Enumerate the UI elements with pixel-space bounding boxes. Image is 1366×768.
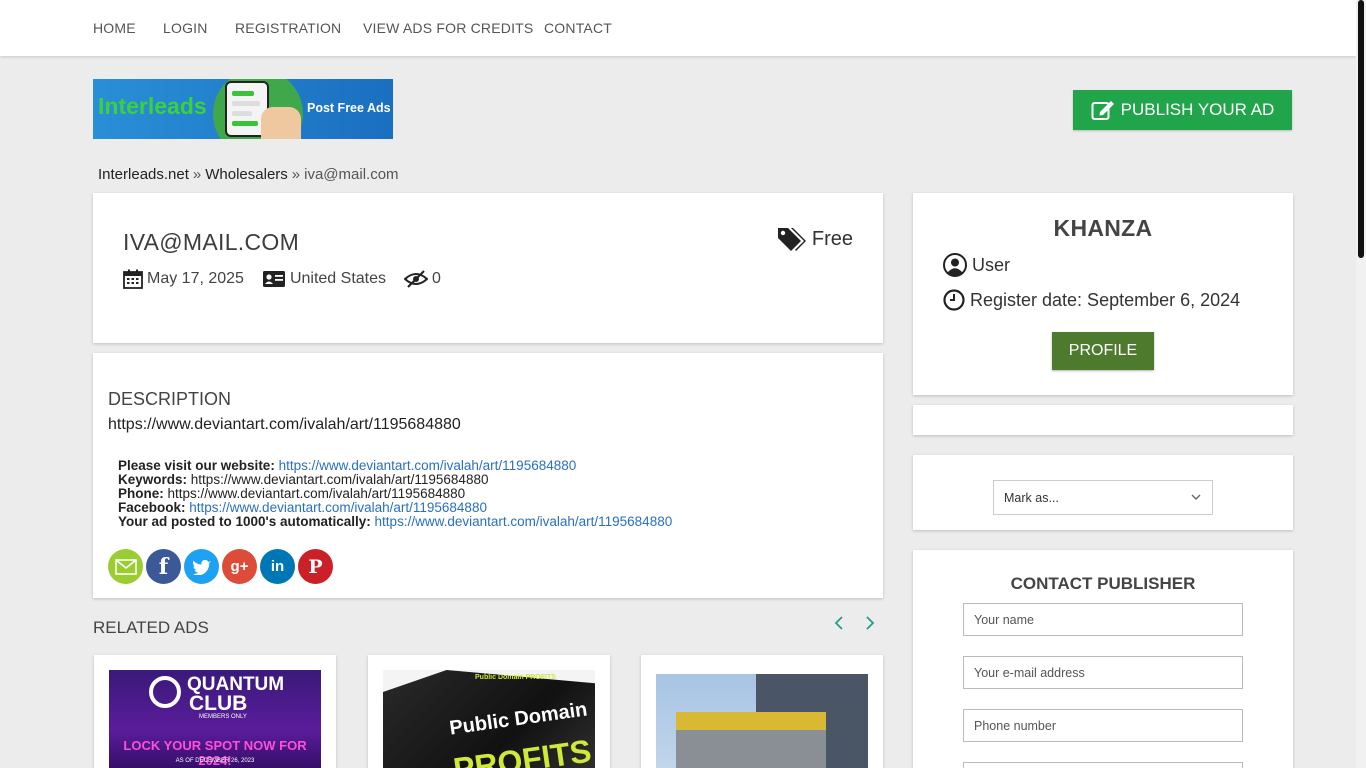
chevron-down-icon xyxy=(1191,494,1201,500)
clock-icon xyxy=(943,289,965,311)
related-next-icon[interactable] xyxy=(864,614,876,638)
ad-date: May 17, 2025 xyxy=(147,270,244,287)
twitter-share-icon[interactable] xyxy=(184,549,219,584)
scrollbar-thumb[interactable] xyxy=(1358,0,1364,258)
detail-autopost: Your ad posted to 1000's automatically: … xyxy=(118,514,673,529)
related-prev-icon[interactable] xyxy=(833,614,845,638)
publisher-card: KHANZA User Register date: September 6, … xyxy=(913,193,1293,395)
user-circle-icon xyxy=(943,253,967,277)
detail-website: Please visit our website: https://www.de… xyxy=(118,458,577,473)
publisher-register-date: Register date: September 6, 2024 xyxy=(943,289,1240,311)
profile-button[interactable]: PROFILE xyxy=(1052,332,1154,370)
ad-location: United States xyxy=(289,270,387,287)
container-stack-graphic xyxy=(676,730,826,768)
publish-ad-button[interactable]: PUBLISH YOUR AD xyxy=(1073,90,1292,130)
contact-publisher-title: CONTACT PUBLISHER xyxy=(1010,574,1196,593)
container-graphic xyxy=(676,712,826,730)
logo-hand-graphic xyxy=(261,107,301,139)
breadcrumb-current: iva@mail.com xyxy=(304,166,399,183)
tags-icon xyxy=(777,228,806,251)
calendar-icon xyxy=(123,269,143,289)
detail-keywords: Keywords: https://www.deviantart.com/iva… xyxy=(118,472,489,487)
related-ad-image[interactable]: QUANTUM CLUB MEMBERS ONLY LOCK YOUR SPOT… xyxy=(109,670,321,768)
related-ad-image[interactable] xyxy=(656,674,868,768)
empty-widget-card xyxy=(913,405,1293,435)
detail-phone: Phone: https://www.deviantart.com/ivalah… xyxy=(118,486,466,501)
mark-as-card: Mark as... xyxy=(913,455,1293,530)
related-ad-card[interactable]: Public Domain PROFITS Public Domain PROF… xyxy=(368,655,610,768)
nav-registration[interactable]: REGISTRATION xyxy=(235,20,341,36)
ad-header-card: IVA@MAIL.COM Free May 17, 2025 United St… xyxy=(93,193,883,343)
related-ad-card[interactable] xyxy=(641,655,883,768)
ad-views: 0 xyxy=(432,270,441,287)
description-details: Please visit our website: https://www.de… xyxy=(118,459,672,529)
breadcrumb: Interleads.net» Wholesalers» iva@mail.com xyxy=(98,166,399,183)
mark-as-select[interactable]: Mark as... xyxy=(993,480,1213,515)
ad-price: Free xyxy=(776,226,853,252)
page-scrollbar[interactable] xyxy=(1356,0,1366,768)
detail-facebook: Facebook: https://www.deviantart.com/iva… xyxy=(118,500,487,515)
eye-slash-icon xyxy=(404,270,429,288)
nav-login[interactable]: LOGIN xyxy=(163,20,208,36)
related-ads-title: RELATED ADS xyxy=(93,618,209,637)
facebook-link[interactable]: https://www.deviantart.com/ivalah/art/11… xyxy=(189,500,487,515)
nav-contact[interactable]: CONTACT xyxy=(544,20,612,36)
contact-email-input[interactable] xyxy=(963,656,1243,689)
contact-publisher-card: CONTACT PUBLISHER xyxy=(913,550,1293,768)
google-plus-share-icon[interactable]: g+ xyxy=(222,549,257,584)
contact-next-input[interactable] xyxy=(963,762,1243,768)
breadcrumb-home[interactable]: Interleads.net xyxy=(98,166,189,183)
related-ad-card[interactable]: QUANTUM CLUB MEMBERS ONLY LOCK YOUR SPOT… xyxy=(94,655,336,768)
ad-price-value: Free xyxy=(811,227,853,250)
description-url: https://www.deviantart.com/ivalah/art/11… xyxy=(108,416,461,433)
id-card-icon xyxy=(262,271,285,287)
logo-text: Interleads xyxy=(98,93,207,119)
email-share-icon[interactable] xyxy=(108,549,143,584)
publisher-name: KHANZA xyxy=(1053,215,1153,241)
description-title: DESCRIPTION xyxy=(108,389,232,409)
logo-tagline: Post Free Ads xyxy=(307,101,391,115)
ad-title: IVA@MAIL.COM xyxy=(123,229,300,255)
edit-icon xyxy=(1091,101,1114,120)
linkedin-share-icon[interactable]: in xyxy=(260,549,295,584)
site-logo[interactable]: Interleads Post Free Ads xyxy=(93,79,393,139)
related-ad-image[interactable]: Public Domain PROFITS Public Domain PROF… xyxy=(383,670,595,768)
quantum-logo-graphic xyxy=(149,676,181,708)
breadcrumb-category[interactable]: Wholesalers xyxy=(205,166,288,183)
share-buttons: f g+ in P xyxy=(108,549,333,584)
nav-view-ads-for-credits[interactable]: VIEW ADS FOR CREDITS xyxy=(363,20,533,36)
description-card: DESCRIPTION https://www.deviantart.com/i… xyxy=(93,353,883,598)
pinterest-share-icon[interactable]: P xyxy=(298,549,333,584)
facebook-share-icon[interactable]: f xyxy=(146,549,181,584)
ad-meta: May 17, 2025 United States 0 xyxy=(123,269,459,289)
website-link[interactable]: https://www.deviantart.com/ivalah/art/11… xyxy=(279,458,577,473)
publisher-role: User xyxy=(943,253,1010,277)
nav-home[interactable]: HOME xyxy=(93,20,136,36)
autopost-link[interactable]: https://www.deviantart.com/ivalah/art/11… xyxy=(375,514,673,529)
contact-phone-input[interactable] xyxy=(963,709,1243,742)
contact-name-input[interactable] xyxy=(963,603,1243,636)
top-navigation: HOME LOGIN REGISTRATION VIEW ADS FOR CRE… xyxy=(0,0,1356,56)
publish-ad-label: PUBLISH YOUR AD xyxy=(1120,100,1275,119)
